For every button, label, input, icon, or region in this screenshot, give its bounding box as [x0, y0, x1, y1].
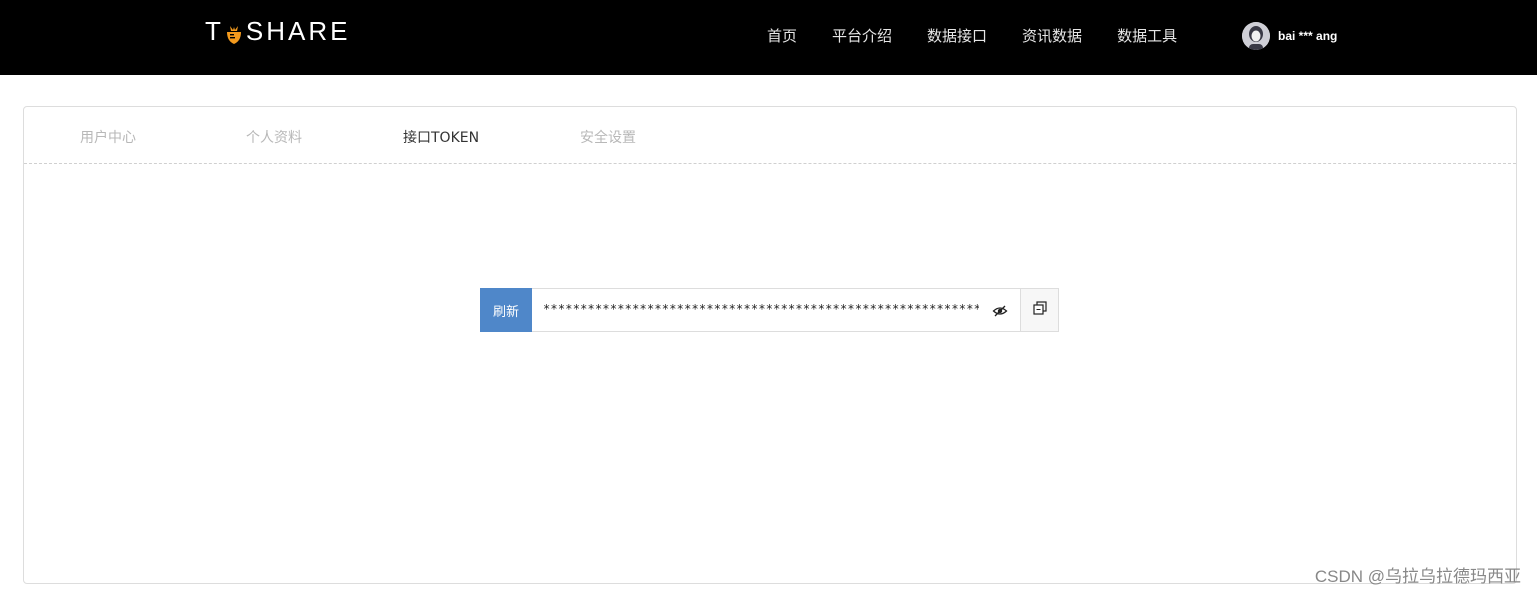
avatar[interactable] — [1242, 22, 1270, 50]
username[interactable]: bai *** ang — [1278, 29, 1337, 43]
tab-profile[interactable]: 个人资料 — [246, 127, 302, 147]
token-input-group: 刷新 *************************************… — [480, 288, 1059, 332]
nav-item-platform-intro[interactable]: 平台介绍 — [832, 26, 892, 46]
user-menu[interactable]: bai *** ang — [1242, 22, 1337, 50]
token-field[interactable]: ****************************************… — [532, 288, 1020, 332]
user-center-panel: 用户中心 个人资料 接口TOKEN 安全设置 刷新 **************… — [23, 106, 1517, 584]
main-nav: 首页 平台介绍 数据接口 资讯数据 数据工具 — [767, 26, 1212, 46]
refresh-token-button[interactable]: 刷新 — [480, 288, 532, 332]
tushare-logo[interactable]: T SHARE — [205, 15, 351, 46]
nav-item-news-data[interactable]: 资讯数据 — [1022, 26, 1082, 46]
eye-slash-icon[interactable] — [992, 303, 1008, 319]
copy-token-button[interactable] — [1020, 288, 1059, 332]
tab-security-settings[interactable]: 安全设置 — [580, 127, 636, 147]
nav-item-home[interactable]: 首页 — [767, 26, 797, 46]
nav-item-data-api[interactable]: 数据接口 — [927, 26, 987, 46]
top-navigation-bar: T SHARE 首页 平台介绍 数据接口 资讯数据 数据工具 bai *** a… — [0, 0, 1537, 75]
tab-api-token[interactable]: 接口TOKEN — [403, 127, 479, 147]
nav-item-data-tools[interactable]: 数据工具 — [1117, 26, 1177, 46]
tab-user-center[interactable]: 用户中心 — [80, 127, 136, 147]
csdn-watermark: CSDN @乌拉乌拉德玛西亚 — [1314, 567, 1521, 586]
token-value: ****************************************… — [543, 302, 979, 316]
logo-text-left: T — [205, 15, 224, 46]
account-tabs: 用户中心 个人资料 接口TOKEN 安全设置 — [24, 107, 1516, 164]
carrot-icon — [225, 21, 243, 44]
copy-icon — [1032, 300, 1048, 320]
logo-text-right: SHARE — [245, 15, 351, 46]
